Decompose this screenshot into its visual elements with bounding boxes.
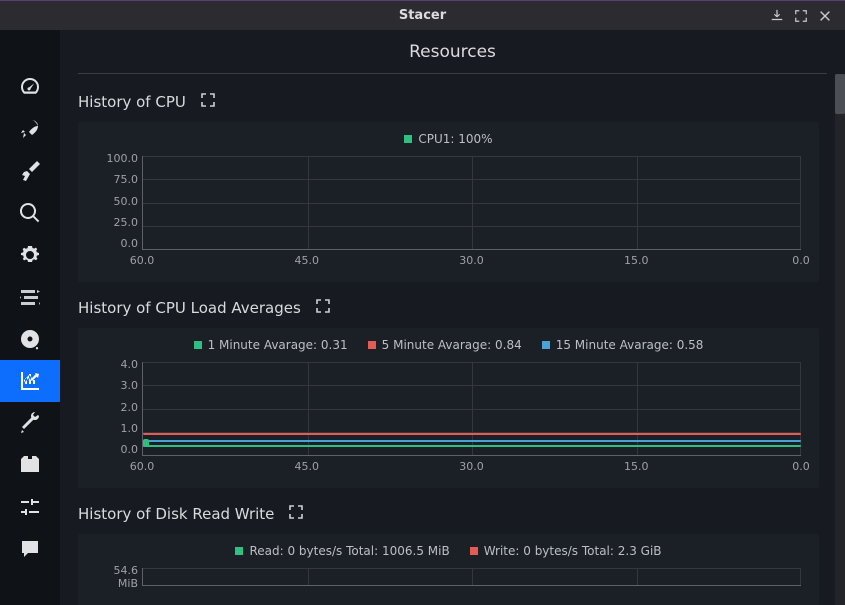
swatch-icon (368, 341, 376, 349)
section-title-load: History of CPU Load Averages (78, 298, 819, 318)
main-content: Resources History of CPU CPU1: 100% (60, 30, 845, 605)
legend-item: CPU1: 100% (404, 132, 492, 146)
tools-icon (18, 411, 42, 435)
legend-disk: Read: 0 bytes/s Total: 1006.5 MiB Write:… (92, 544, 805, 558)
section-title-load-label: History of CPU Load Averages (78, 299, 301, 317)
legend-cpu: CPU1: 100% (92, 132, 805, 146)
gauge-icon (18, 75, 42, 99)
download-icon[interactable] (765, 4, 789, 28)
sidebar-item-settings[interactable] (0, 486, 60, 528)
sidebar-item-services[interactable] (0, 234, 60, 276)
sidebar-item-dashboard[interactable] (0, 66, 60, 108)
series-blip (143, 439, 149, 447)
sidebar-item-uninstaller[interactable] (0, 318, 60, 360)
chart-cpu: 100.0 75.0 50.0 25.0 0.0 (92, 152, 805, 268)
legend-item: 15 Minute Avarage: 0.58 (542, 338, 704, 352)
panels: History of CPU CPU1: 100% 100.0 75.0 (60, 74, 837, 605)
package-icon (18, 453, 42, 477)
sidebar-item-resources[interactable] (0, 360, 60, 402)
legend-item: 5 Minute Avarage: 0.84 (368, 338, 522, 352)
x-axis-ticks: 60.0 45.0 30.0 15.0 0.0 (142, 460, 801, 474)
chart-icon (18, 369, 42, 393)
maximize-icon[interactable] (789, 4, 813, 28)
legend-label: 1 Minute Avarage: 0.31 (208, 338, 348, 352)
sliders-icon (18, 495, 42, 519)
gear-icon (18, 243, 42, 267)
chart-disk: 54.6 MiB (92, 564, 805, 592)
section-title-disk-label: History of Disk Read Write (78, 505, 274, 523)
section-title-disk: History of Disk Read Write (78, 504, 819, 524)
legend-item: Write: 0 bytes/s Total: 2.3 GiB (470, 544, 662, 558)
legend-label: Write: 0 bytes/s Total: 2.3 GiB (484, 544, 662, 558)
legend-item: 1 Minute Avarage: 0.31 (194, 338, 348, 352)
processes-icon (18, 285, 42, 309)
y-axis-ticks: 4.0 3.0 2.0 1.0 0.0 (92, 358, 138, 456)
broom-icon (18, 159, 42, 183)
sidebar-item-feedback[interactable] (0, 528, 60, 570)
series-15min (143, 440, 801, 442)
search-icon (18, 201, 42, 225)
section-title-cpu: History of CPU (78, 92, 819, 112)
expand-icon[interactable] (200, 92, 216, 112)
legend-item: Read: 0 bytes/s Total: 1006.5 MiB (235, 544, 449, 558)
expand-icon[interactable] (315, 298, 331, 318)
rocket-icon (18, 117, 42, 141)
sidebar (0, 30, 60, 605)
page-title: Resources (78, 30, 827, 74)
disk-icon (18, 327, 42, 351)
close-icon[interactable] (813, 4, 837, 28)
window-title: Stacer (399, 8, 446, 23)
x-axis-ticks: 60.0 45.0 30.0 15.0 0.0 (142, 254, 801, 268)
sidebar-item-search[interactable] (0, 192, 60, 234)
sidebar-item-host-files[interactable] (0, 444, 60, 486)
chart-card-cpu: CPU1: 100% 100.0 75.0 50.0 25.0 0.0 (78, 122, 819, 282)
titlebar: Stacer (0, 0, 845, 30)
sidebar-item-processes[interactable] (0, 276, 60, 318)
plot-area (142, 362, 801, 456)
swatch-icon (470, 547, 478, 555)
plot-area (142, 156, 801, 250)
legend-label: 5 Minute Avarage: 0.84 (382, 338, 522, 352)
section-title-cpu-label: History of CPU (78, 93, 186, 111)
legend-label: Read: 0 bytes/s Total: 1006.5 MiB (249, 544, 449, 558)
swatch-icon (194, 341, 202, 349)
app-body: Resources History of CPU CPU1: 100% (0, 30, 845, 605)
expand-icon[interactable] (288, 504, 304, 524)
sidebar-item-apt-repos[interactable] (0, 402, 60, 444)
series-1min (143, 445, 801, 447)
legend-load: 1 Minute Avarage: 0.31 5 Minute Avarage:… (92, 338, 805, 352)
y-axis-ticks: 100.0 75.0 50.0 25.0 0.0 (92, 152, 138, 250)
plot-area (142, 568, 801, 586)
chart-card-load: 1 Minute Avarage: 0.31 5 Minute Avarage:… (78, 328, 819, 488)
sidebar-item-startup-apps[interactable] (0, 108, 60, 150)
swatch-icon (235, 547, 243, 555)
y-axis-ticks: 54.6 MiB (92, 564, 138, 592)
comment-icon (18, 537, 42, 561)
chart-load: 4.0 3.0 2.0 1.0 0.0 (92, 358, 805, 474)
legend-label: 15 Minute Avarage: 0.58 (556, 338, 704, 352)
sidebar-item-system-cleaner[interactable] (0, 150, 60, 192)
swatch-icon (542, 341, 550, 349)
legend-label: CPU1: 100% (418, 132, 492, 146)
swatch-icon (404, 135, 412, 143)
chart-card-disk: Read: 0 bytes/s Total: 1006.5 MiB Write:… (78, 534, 819, 605)
